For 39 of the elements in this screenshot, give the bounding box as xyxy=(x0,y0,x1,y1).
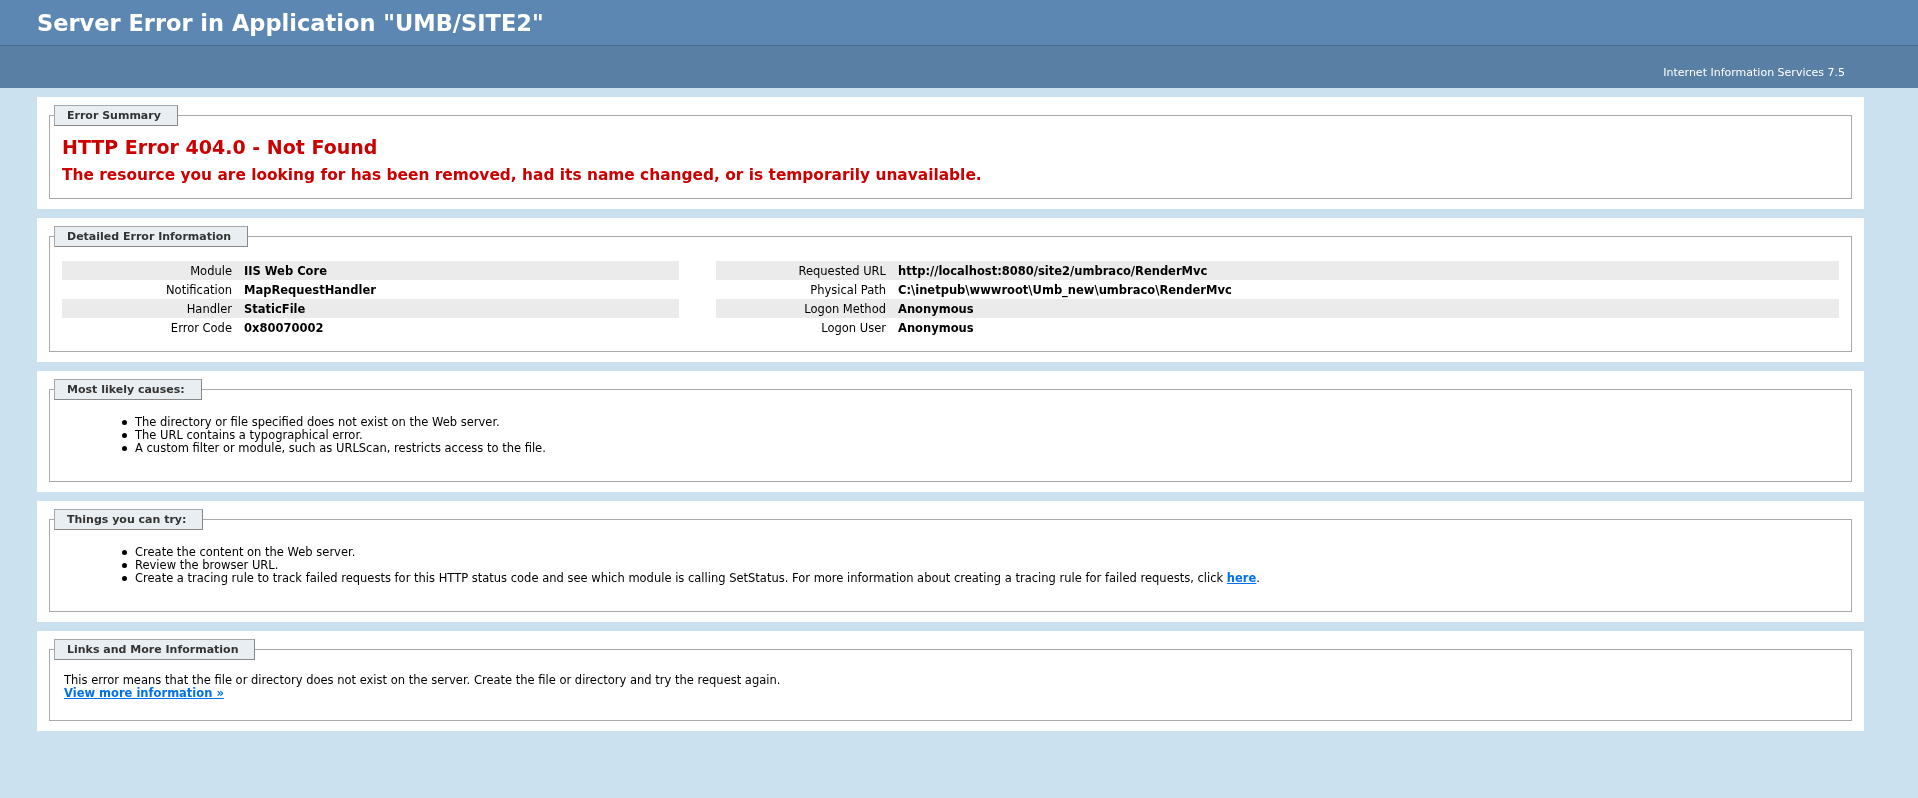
section-legend: Error Summary xyxy=(54,105,178,126)
field-value: IIS Web Core xyxy=(244,261,679,280)
field-label: Logon User xyxy=(716,318,898,337)
page-title: Server Error in Application "UMB/SITE2" xyxy=(37,9,544,36)
bullet-icon xyxy=(122,576,127,581)
bullet-icon xyxy=(122,420,127,425)
field-value: 0x80070002 xyxy=(244,318,679,337)
field-value: Anonymous xyxy=(898,318,1839,337)
field-value: MapRequestHandler xyxy=(244,280,679,299)
field-label: Requested URL xyxy=(716,261,898,280)
field-label: Notification xyxy=(62,280,244,299)
field-value: Anonymous xyxy=(898,299,1839,318)
bullet-icon xyxy=(122,446,127,451)
field-value: http://localhost:8080/site2/umbraco/RenderMvc xyxy=(898,261,1839,280)
more-information-link[interactable]: View more information » xyxy=(64,686,224,700)
list-item-text: Review the browser URL. xyxy=(135,559,279,572)
section-legend: Detailed Error Information xyxy=(54,226,249,247)
list-item-text: Create a tracing rule to track failed requests for this HTTP status code and see which module is calling SetStatus. For more information about creating a tracing rule for failed requests, click here. xyxy=(135,572,1260,585)
list-item-text: The URL contains a typographical error. xyxy=(135,429,363,442)
section-legend: Things you can try: xyxy=(54,509,204,530)
field-label: Logon Method xyxy=(716,299,898,318)
info-text: This error means that the file or directory does not exist on the server. Create the file or directory and try the request again. xyxy=(64,674,782,687)
list-item-text: A custom filter or module, such as URLScan, restricts access to the file. xyxy=(135,442,546,455)
list-item-text: The directory or file specified does not exist on the Web server. xyxy=(135,416,500,429)
error-heading: HTTP Error 404.0 - Not Found xyxy=(62,136,379,158)
field-value: StaticFile xyxy=(244,299,679,318)
section-legend: Links and More Information xyxy=(54,639,256,660)
product-name: Internet Information Services 7.5 xyxy=(1663,64,1845,79)
field-label: Error Code xyxy=(62,318,244,337)
bullet-icon xyxy=(122,550,127,555)
bullet-icon xyxy=(122,563,127,568)
field-label: Physical Path xyxy=(716,280,898,299)
field-label: Handler xyxy=(62,299,244,318)
list-item-text: Create the content on the Web server. xyxy=(135,546,356,559)
section-legend: Most likely causes: xyxy=(54,379,202,400)
field-label: Module xyxy=(62,261,244,280)
field-value: C:\inetpub\wwwroot\Umb_new\umbraco\RenderMvc xyxy=(898,280,1839,299)
error-message: The resource you are looking for has been removed, had its name changed, or is temporarily unavailable. xyxy=(62,166,983,184)
bullet-icon xyxy=(122,433,127,438)
